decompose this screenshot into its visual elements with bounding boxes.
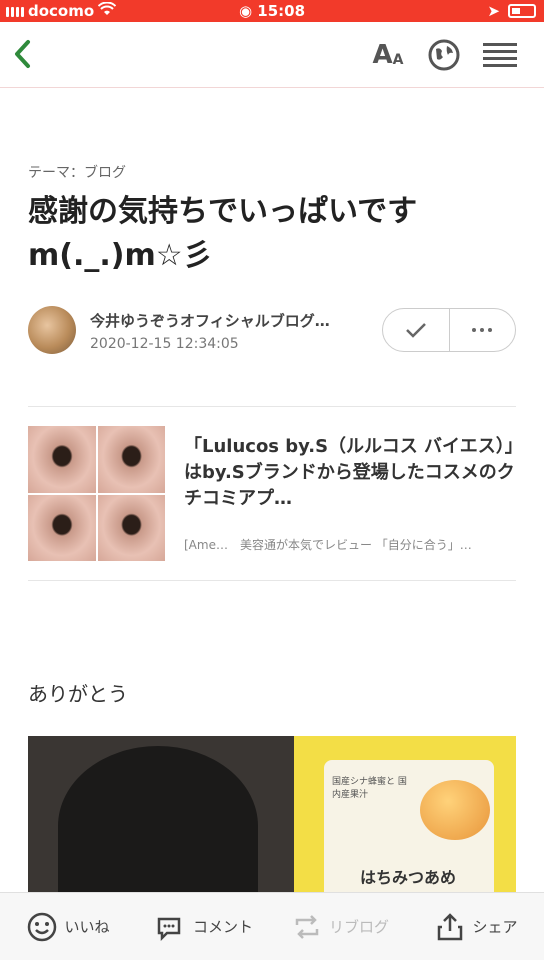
avatar[interactable] — [28, 306, 76, 354]
reblog-button[interactable]: リブログ — [272, 893, 408, 960]
author-name[interactable]: 今井ゆうぞうオフィシャルブログ… — [90, 310, 360, 331]
divider — [28, 580, 516, 581]
smiley-icon — [28, 912, 57, 941]
globe-icon — [428, 39, 460, 71]
alarm-icon: ◉ — [238, 2, 253, 20]
back-button[interactable] — [10, 36, 46, 72]
hamburger-menu-icon — [483, 43, 517, 67]
divider — [28, 406, 516, 407]
check-icon — [405, 323, 426, 338]
comment-icon — [157, 917, 181, 941]
language-button[interactable] — [426, 38, 462, 72]
article-photo[interactable]: 国産シナ蜂蜜と 国内産果汁 はちみつあめ — [28, 736, 516, 896]
author-row: 今井ゆうぞうオフィシャルブログ… 2020-12-15 12:34:05 — [28, 306, 518, 358]
menu-button[interactable] — [482, 38, 518, 72]
article-title: 感謝の気持ちでいっぱいです m(._.)m☆彡 — [28, 194, 418, 273]
like-button[interactable]: いいね — [0, 893, 136, 960]
share-button[interactable]: シェア — [408, 893, 544, 960]
location-icon: ➤ — [487, 2, 500, 20]
battery-icon — [508, 4, 536, 18]
post-date: 2020-12-15 12:34:05 — [90, 336, 239, 352]
reblog-label: リブログ — [328, 918, 389, 936]
link-card-subtitle: [Ame… 美容通が本気でレビュー 「自分に合う」… — [184, 538, 472, 552]
more-button[interactable] — [450, 309, 516, 351]
clock-label: 15:08 — [257, 2, 306, 20]
link-card[interactable]: 「Lulucos by.S（ルルコス バイエス）」はby.Sブランドから登場した… — [28, 424, 516, 564]
nav-bar: AA — [0, 22, 544, 88]
chevron-left-icon — [15, 40, 30, 68]
status-bar: docomo ◉ 15:08 ➤ — [0, 0, 544, 22]
article-paragraph: ありがとう — [28, 682, 128, 706]
link-card-thumbnail — [28, 426, 165, 561]
font-size-button[interactable]: AA — [370, 38, 406, 72]
candy-bag-image: 国産シナ蜂蜜と 国内産果汁 はちみつあめ — [294, 736, 516, 896]
font-size-icon: A — [372, 40, 393, 70]
link-card-title: 「Lulucos by.S（ルルコス バイエス）」はby.Sブランドから登場した… — [184, 436, 515, 509]
more-dots-icon — [472, 328, 493, 332]
follow-button[interactable] — [383, 309, 450, 351]
share-label: シェア — [472, 918, 518, 936]
reblog-icon — [295, 914, 319, 939]
comment-button[interactable]: コメント — [136, 893, 272, 960]
like-label: いいね — [64, 918, 110, 936]
article-theme[interactable]: テーマ：ブログ — [28, 162, 126, 182]
share-icon — [438, 912, 463, 940]
comment-label: コメント — [192, 918, 253, 936]
jar-image — [58, 746, 258, 896]
bottom-action-bar: いいね コメント リブログ シェア — [0, 892, 544, 960]
follow-button-group — [382, 308, 516, 352]
